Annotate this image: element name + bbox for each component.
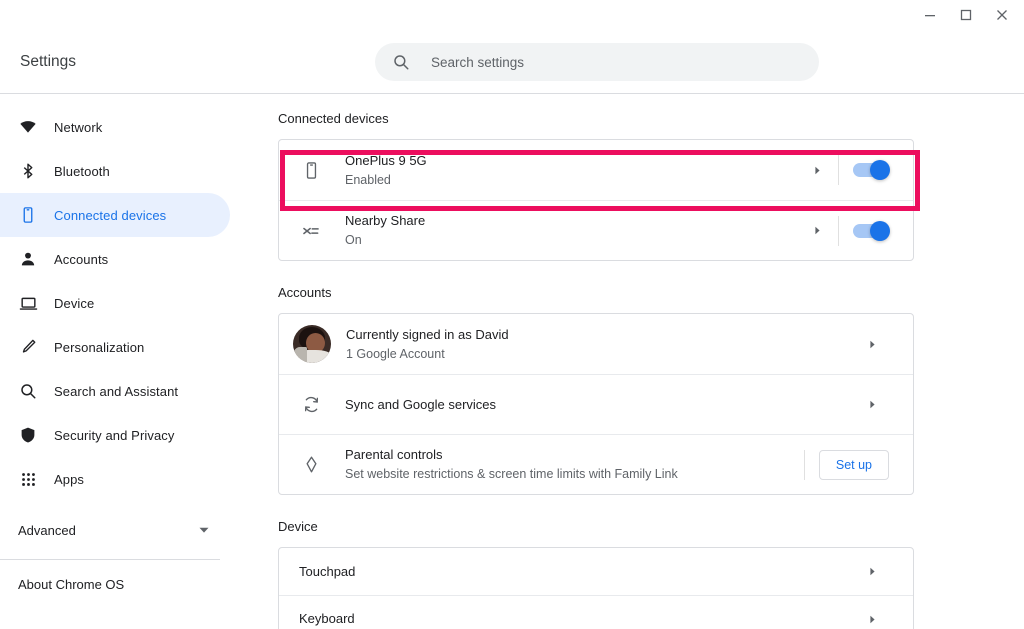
sidebar-item-network[interactable]: Network xyxy=(0,105,230,149)
sidebar-advanced-toggle[interactable]: Advanced xyxy=(0,508,236,552)
advanced-label: Advanced xyxy=(18,522,76,538)
sidebar-item-security-and-privacy[interactable]: Security and Privacy xyxy=(0,413,230,457)
shield-icon xyxy=(18,425,38,445)
maximize-button[interactable] xyxy=(948,0,984,30)
toggle-nearby-share[interactable] xyxy=(853,220,890,241)
sidebar: Network Bluetooth Connected devices Acco… xyxy=(0,94,236,629)
connected-devices-card: OnePlus 9 5G Enabled Nearby Share On xyxy=(278,139,914,261)
sidebar-item-label: Apps xyxy=(54,471,85,487)
section-title: Accounts xyxy=(278,285,332,300)
sidebar-item-bluetooth[interactable]: Bluetooth xyxy=(0,149,230,193)
sidebar-item-search-and-assistant[interactable]: Search and Assistant xyxy=(0,369,230,413)
window-titlebar xyxy=(0,0,1024,30)
about-label: About Chrome OS xyxy=(18,576,125,592)
row-title: Parental controls xyxy=(345,447,443,462)
row-subtitle: 1 Google Account xyxy=(346,346,445,361)
row-title: OnePlus 9 5G xyxy=(345,152,427,168)
sync-icon xyxy=(299,393,323,417)
row-oneplus-device[interactable]: OnePlus 9 5G Enabled xyxy=(279,140,913,200)
chevron-down-icon xyxy=(198,524,210,536)
sidebar-item-accounts[interactable]: Accounts xyxy=(0,237,230,281)
row-title: Keyboard xyxy=(299,611,355,626)
chevron-right-icon[interactable] xyxy=(800,226,834,235)
sidebar-item-apps[interactable]: Apps xyxy=(0,457,230,501)
sidebar-item-label: Connected devices xyxy=(54,207,167,223)
chevron-right-icon[interactable] xyxy=(855,340,889,349)
close-button[interactable] xyxy=(984,0,1020,30)
sidebar-item-label: Bluetooth xyxy=(54,163,110,179)
phone-icon xyxy=(18,205,38,225)
row-divider xyxy=(838,155,839,185)
chevron-right-icon[interactable] xyxy=(800,166,834,175)
sidebar-item-label: Security and Privacy xyxy=(54,427,175,443)
row-title: Touchpad xyxy=(299,563,356,579)
row-sync-and-google-services[interactable]: Sync and Google services xyxy=(279,374,913,434)
row-divider xyxy=(803,449,805,480)
section-title: Connected devices xyxy=(278,111,389,126)
wifi-icon xyxy=(18,117,38,137)
search-icon xyxy=(18,381,38,401)
row-text: OnePlus 9 5G Enabled xyxy=(345,152,800,189)
row-divider xyxy=(838,215,839,246)
chevron-right-icon[interactable] xyxy=(855,567,889,576)
row-parental-controls[interactable]: Parental controls Set website restrictio… xyxy=(279,434,913,494)
sidebar-item-label: Accounts xyxy=(54,251,109,267)
phone-icon xyxy=(299,158,323,182)
sidebar-item-label: Network xyxy=(54,119,103,135)
row-text: Currently signed in as David 1 Google Ac… xyxy=(346,326,855,363)
settings-body: Network Bluetooth Connected devices Acco… xyxy=(0,94,1024,629)
set-up-button[interactable]: Set up xyxy=(818,449,889,480)
row-text: Nearby Share On xyxy=(345,212,800,249)
search-input[interactable] xyxy=(431,54,803,70)
section-connected-devices: Connected devices OnePlus 9 5G Enabled N… xyxy=(278,111,1024,261)
settings-header: Settings xyxy=(0,30,1024,94)
row-keyboard[interactable]: Keyboard xyxy=(279,595,913,629)
row-text: Keyboard xyxy=(299,610,855,628)
row-title: Sync and Google services xyxy=(345,396,497,412)
row-nearby-share[interactable]: Nearby Share On xyxy=(279,200,913,260)
parental-controls-icon xyxy=(299,453,323,477)
section-title: Device xyxy=(278,519,318,534)
sidebar-item-label: Personalization xyxy=(54,339,145,355)
avatar xyxy=(293,325,331,363)
brush-icon xyxy=(18,337,38,357)
toggle-oneplus-device[interactable] xyxy=(853,160,890,180)
search-bar[interactable] xyxy=(375,43,819,81)
section-accounts: Accounts Currently signed in as David 1 … xyxy=(278,285,1024,495)
nearby-share-icon xyxy=(299,219,323,243)
sidebar-item-personalization[interactable]: Personalization xyxy=(0,325,230,369)
device-card: Touchpad Keyboard xyxy=(278,547,914,629)
row-subtitle: On xyxy=(345,233,362,247)
sidebar-item-about-chrome-os[interactable]: About Chrome OS xyxy=(0,560,236,608)
sidebar-item-connected-devices[interactable]: Connected devices xyxy=(0,193,230,237)
row-text: Touchpad xyxy=(299,563,855,581)
person-icon xyxy=(18,249,38,269)
section-device: Device Touchpad Keyboard xyxy=(278,519,1024,629)
search-icon xyxy=(391,52,411,72)
minimize-button[interactable] xyxy=(912,0,948,30)
sidebar-item-label: Search and Assistant xyxy=(54,383,179,399)
row-text: Sync and Google services xyxy=(345,396,855,414)
laptop-icon xyxy=(18,293,38,313)
sidebar-item-device[interactable]: Device xyxy=(0,281,230,325)
row-signed-in-account[interactable]: Currently signed in as David 1 Google Ac… xyxy=(279,314,913,374)
page-title: Settings xyxy=(20,53,77,70)
grid-icon xyxy=(18,469,38,489)
row-title: Nearby Share xyxy=(345,213,426,228)
row-touchpad[interactable]: Touchpad xyxy=(279,548,913,595)
bluetooth-icon xyxy=(18,161,38,181)
chevron-right-icon[interactable] xyxy=(855,615,889,624)
row-title: Currently signed in as David xyxy=(346,326,509,342)
chevron-right-icon[interactable] xyxy=(855,400,889,409)
main-content: Connected devices OnePlus 9 5G Enabled N… xyxy=(236,94,1024,629)
row-text: Parental controls Set website restrictio… xyxy=(345,446,800,483)
sidebar-item-label: Device xyxy=(54,295,95,311)
row-subtitle: Enabled xyxy=(345,172,391,187)
row-subtitle: Set website restrictions & screen time l… xyxy=(345,467,678,481)
accounts-card: Currently signed in as David 1 Google Ac… xyxy=(278,313,914,495)
